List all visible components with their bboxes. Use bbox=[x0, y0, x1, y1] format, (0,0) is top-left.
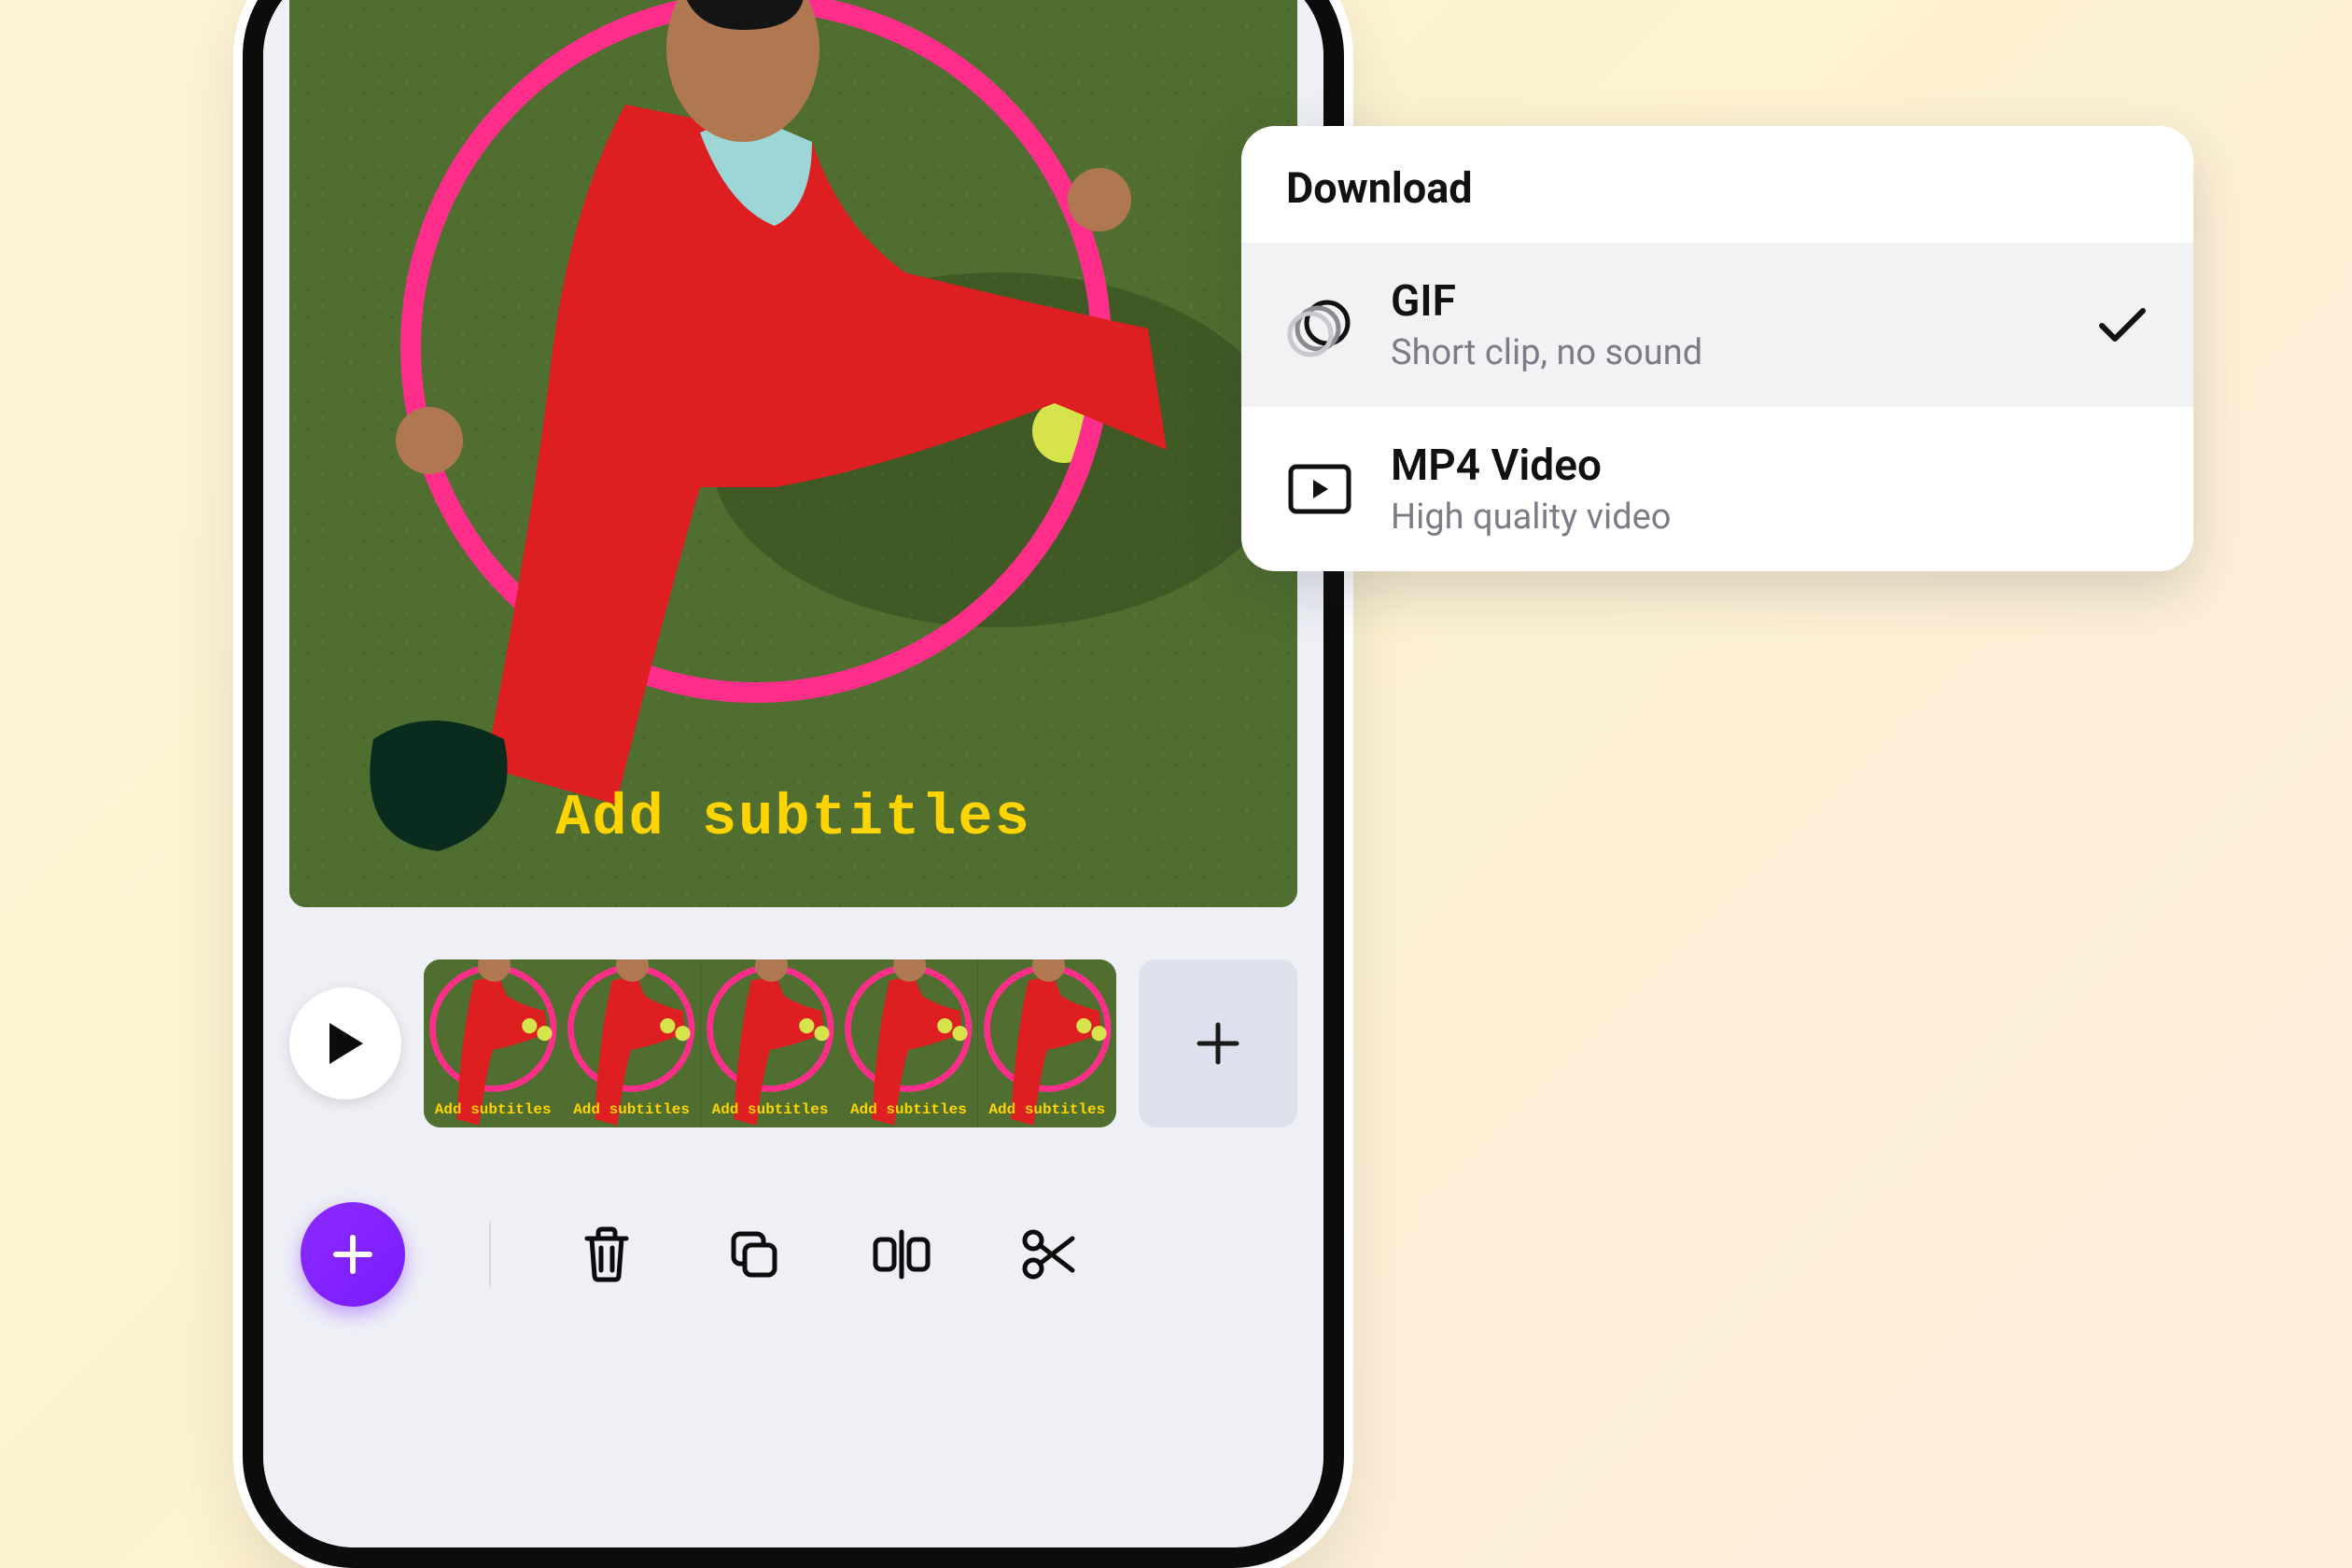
option-title: MP4 Video bbox=[1391, 441, 2059, 491]
popover-title: Download bbox=[1241, 126, 2193, 243]
plus-icon bbox=[1194, 1019, 1242, 1068]
option-title: GIF bbox=[1391, 276, 2059, 327]
duplicate-button[interactable] bbox=[722, 1223, 786, 1286]
download-popover: Download GIF Short clip, no sound bbox=[1241, 126, 2193, 571]
download-option-gif[interactable]: GIF Short clip, no sound bbox=[1241, 243, 2193, 407]
timeline-frame[interactable]: Add subtitles bbox=[839, 959, 977, 1127]
canvas-image bbox=[289, 0, 1297, 907]
timeline-frame[interactable]: Add subtitles bbox=[562, 959, 700, 1127]
play-button[interactable] bbox=[289, 987, 401, 1099]
option-desc: High quality video bbox=[1391, 497, 2059, 538]
split-icon bbox=[870, 1228, 933, 1281]
toolbar-separator bbox=[489, 1222, 491, 1287]
add-button[interactable] bbox=[301, 1202, 405, 1307]
trash-icon bbox=[580, 1225, 634, 1283]
play-icon bbox=[326, 1021, 365, 1066]
timeline-row: Add subtitles Add subtitles Add subtitle… bbox=[289, 959, 1297, 1127]
phone-frame: Add subtitles Add subtitles bbox=[243, 0, 1344, 1568]
bottom-toolbar bbox=[289, 1202, 1297, 1307]
option-desc: Short clip, no sound bbox=[1391, 332, 2059, 373]
video-canvas[interactable]: Add subtitles bbox=[289, 0, 1297, 907]
plus-icon bbox=[329, 1230, 377, 1279]
video-icon bbox=[1286, 455, 1353, 523]
copy-icon bbox=[726, 1226, 782, 1282]
cut-button[interactable] bbox=[1017, 1223, 1081, 1286]
timeline-frame[interactable]: Add subtitles bbox=[424, 959, 562, 1127]
download-option-mp4[interactable]: MP4 Video High quality video bbox=[1241, 407, 2193, 571]
check-icon bbox=[2096, 299, 2149, 351]
app-screen: Add subtitles Add subtitles bbox=[263, 0, 1323, 1547]
delete-button[interactable] bbox=[575, 1223, 638, 1286]
subtitle-overlay[interactable]: Add subtitles bbox=[289, 785, 1297, 851]
timeline-frame[interactable]: Add subtitles bbox=[978, 959, 1116, 1127]
add-clip-button[interactable] bbox=[1139, 959, 1297, 1127]
scissors-icon bbox=[1020, 1227, 1078, 1281]
timeline-frame[interactable]: Add subtitles bbox=[701, 959, 839, 1127]
gif-icon bbox=[1286, 291, 1353, 358]
split-button[interactable] bbox=[870, 1223, 933, 1286]
timeline-strip[interactable]: Add subtitles Add subtitles Add subtitle… bbox=[424, 959, 1116, 1127]
